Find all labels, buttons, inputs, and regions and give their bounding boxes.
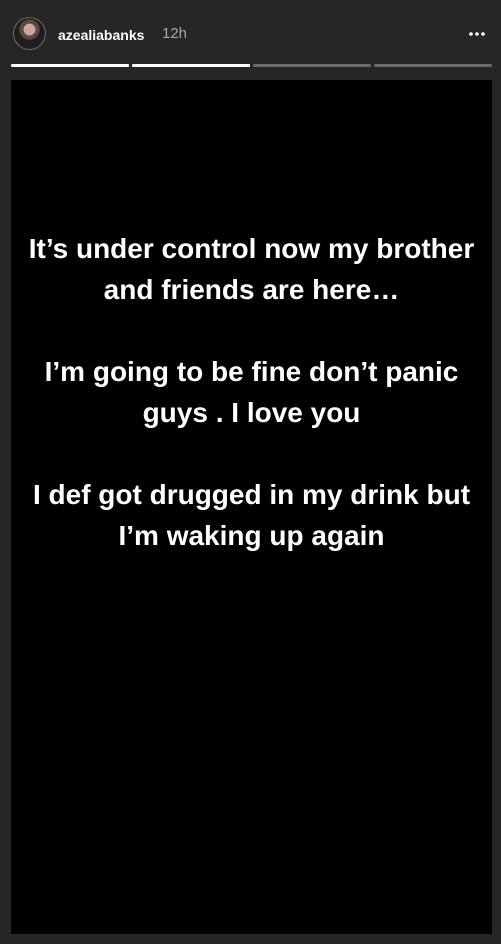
progress-fill bbox=[11, 64, 129, 67]
progress-segment bbox=[11, 64, 129, 67]
progress-fill bbox=[132, 64, 250, 67]
story-paragraph: I def got drugged in my drink but I’m wa… bbox=[32, 479, 471, 551]
story-paragraph: It’s under control now my brother and fr… bbox=[28, 233, 475, 305]
progress-segment bbox=[132, 64, 250, 67]
username[interactable]: azealiabanks bbox=[58, 26, 144, 44]
progress-segment bbox=[374, 64, 492, 67]
story-content[interactable]: It’s under control now my brother and fr… bbox=[11, 80, 492, 934]
avatar[interactable] bbox=[13, 17, 46, 50]
story-text: It’s under control now my brother and fr… bbox=[11, 228, 492, 556]
progress-segment bbox=[253, 64, 371, 67]
story-paragraph: I’m going to be fine don’t panic guys . … bbox=[44, 356, 459, 428]
story-progress-bar bbox=[11, 64, 492, 67]
timestamp: 12h bbox=[162, 25, 188, 42]
more-horizontal-icon bbox=[469, 32, 485, 36]
more-options-button[interactable] bbox=[463, 20, 491, 48]
